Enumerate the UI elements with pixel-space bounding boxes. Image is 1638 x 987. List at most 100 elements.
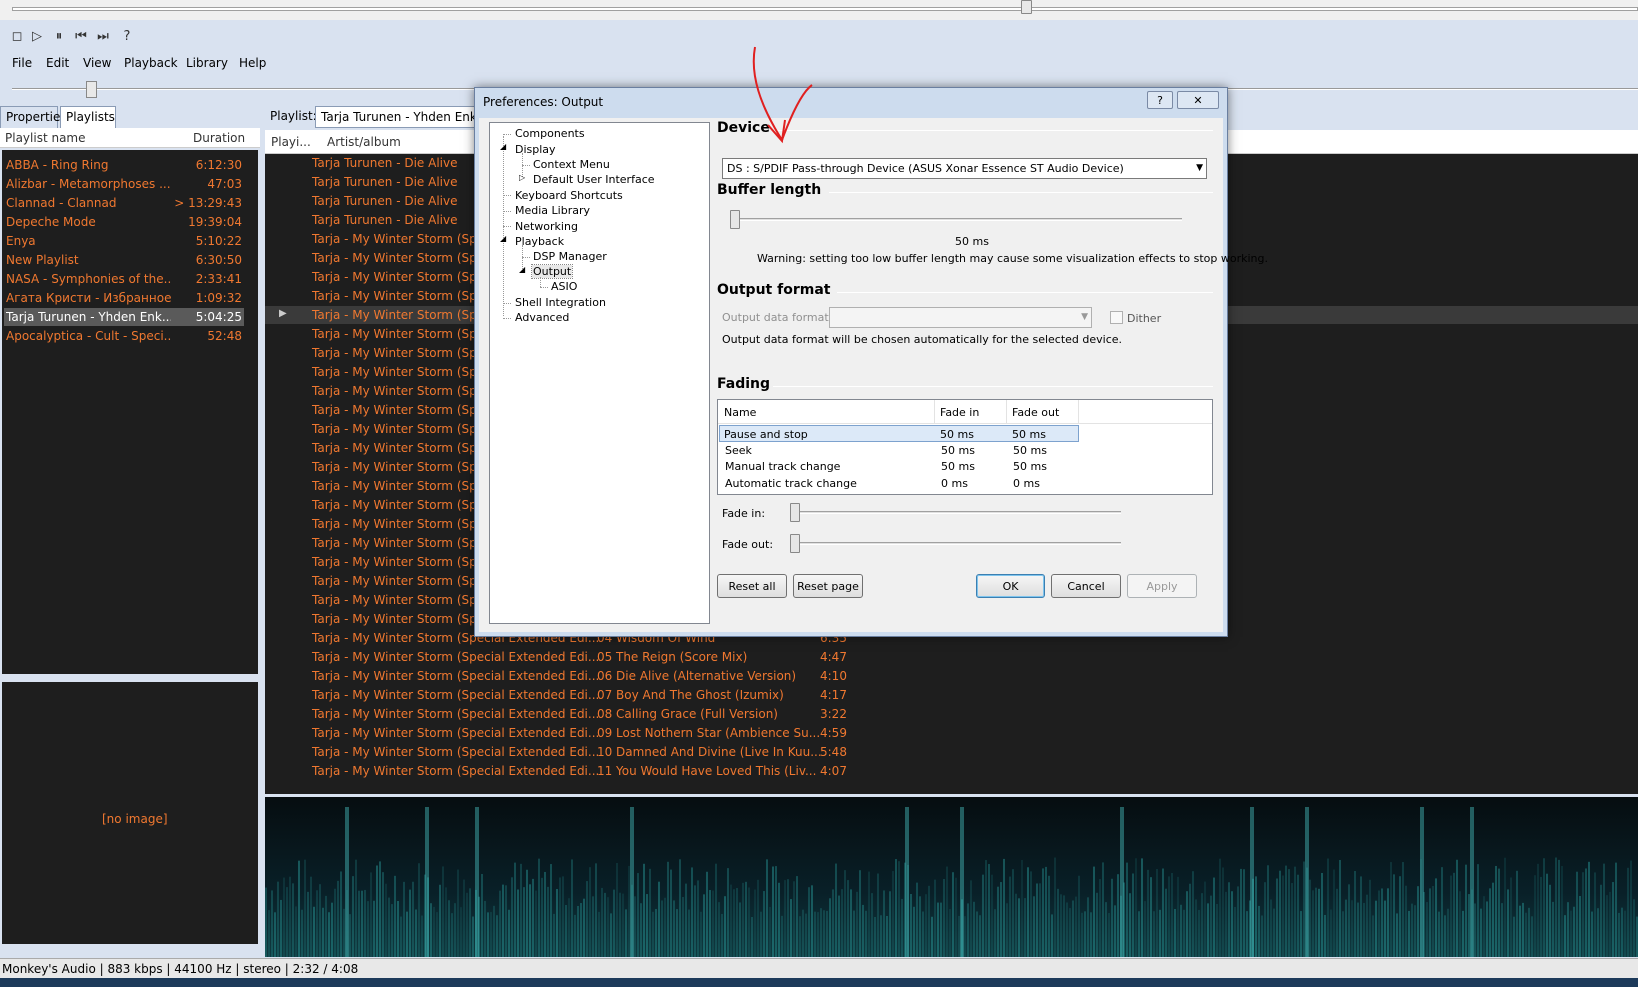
column-playlist-name[interactable]: Playlist name	[5, 131, 86, 145]
menu-library[interactable]: Library	[186, 56, 228, 70]
playlist-item[interactable]: Clannad - Clannad > 13:29:43	[4, 194, 244, 212]
close-icon[interactable]: ✕	[1177, 91, 1219, 109]
tab-current-playlist[interactable]: Tarja Turunen - Yhden Enke	[315, 106, 475, 128]
fading-row[interactable]: Manual track change 50 ms 50 ms	[719, 458, 1095, 475]
track-row[interactable]: Tarja - My Winter Storm (Special Extende…	[265, 667, 1638, 685]
next-icon[interactable]: ⏭	[94, 28, 112, 44]
menu-view[interactable]: View	[83, 56, 111, 70]
collapse-icon[interactable]: ◢	[519, 265, 525, 274]
track-artist-album: Tarja - My Winter Storm (Sp	[312, 593, 477, 607]
playlist-item[interactable]: Apocalyptica - Cult - Speci... 52:48	[4, 327, 244, 345]
spectrum-column	[490, 912, 492, 957]
buffer-slider-track[interactable]	[734, 218, 1182, 221]
playlist-item[interactable]: NASA - Symphonies of the... 2:33:41	[4, 270, 244, 288]
stop-icon[interactable]: ◻	[8, 28, 26, 44]
help-icon[interactable]: ?	[1147, 91, 1173, 109]
column-fade-in[interactable]: Fade in	[940, 406, 979, 419]
cancel-button[interactable]: Cancel	[1051, 574, 1121, 598]
column-artist-album[interactable]: Artist/album	[327, 135, 401, 149]
spectrum-column	[1195, 899, 1197, 957]
playlist-item[interactable]: Агата Кристи - Избранное 1:09:32	[4, 289, 244, 307]
buffer-slider-thumb[interactable]	[730, 210, 740, 229]
spectrum-column	[721, 913, 723, 957]
track-row[interactable]: Tarja - My Winter Storm (Special Extende…	[265, 743, 1638, 761]
playlist-item[interactable]: Depeche Mode 19:39:04	[4, 213, 244, 231]
tree-item-shell-integration[interactable]: Shell Integration	[515, 296, 606, 309]
tree-item-networking[interactable]: Networking	[515, 220, 578, 233]
ok-button[interactable]: OK	[976, 574, 1045, 598]
menu-file[interactable]: File	[12, 56, 32, 70]
dither-checkbox[interactable]	[1110, 311, 1123, 324]
fading-table: Name Fade in Fade out Pause and stop 50 …	[717, 399, 1213, 495]
previous-icon[interactable]: ⏮	[72, 28, 90, 44]
track-row[interactable]: Tarja - My Winter Storm (Special Extende…	[265, 762, 1638, 780]
tree-item-media-library[interactable]: Media Library	[515, 204, 590, 217]
fading-row-selected[interactable]: Pause and stop 50 ms 50 ms	[719, 425, 1079, 442]
device-dropdown[interactable]: DS : S/PDIF Pass-through Device (ASUS Xo…	[722, 158, 1207, 179]
fading-heading: Fading	[717, 376, 770, 392]
fade-in-slider-track[interactable]	[795, 511, 1121, 514]
volume-thumb[interactable]	[86, 81, 97, 98]
collapse-icon[interactable]: ◢	[500, 234, 506, 243]
fade-out-slider-thumb[interactable]	[790, 534, 800, 553]
fade-out-slider-track[interactable]	[795, 542, 1121, 545]
tree-item-advanced[interactable]: Advanced	[515, 311, 569, 324]
seek-track[interactable]	[12, 7, 1638, 11]
expand-icon[interactable]: ▷	[519, 173, 525, 182]
spectrum-column	[1318, 888, 1320, 957]
column-playing[interactable]: Playi...	[271, 135, 311, 149]
collapse-icon[interactable]: ◢	[500, 142, 506, 151]
tab-playlists[interactable]: Playlists	[60, 106, 116, 128]
playlist-item[interactable]: Enya 5:10:22	[4, 232, 244, 250]
fade-in-value: 50 ms	[940, 428, 974, 441]
seek-thumb[interactable]	[1021, 0, 1032, 14]
tree-item-default-ui[interactable]: Default User Interface	[533, 173, 655, 186]
tab-properties[interactable]: Properties	[0, 106, 67, 128]
tree-item-output[interactable]: Output	[530, 264, 574, 279]
spectrum-column	[415, 909, 417, 957]
spectrum-peak	[1470, 807, 1474, 957]
spectrum-column	[1348, 884, 1350, 957]
column-duration[interactable]: Duration	[193, 131, 245, 145]
spectrum-column	[1132, 873, 1134, 957]
output-format-dropdown[interactable]: ▼	[829, 307, 1092, 328]
tree-item-context-menu[interactable]: Context Menu	[533, 158, 610, 171]
track-artist-album: Tarja - My Winter Storm (Sp	[312, 346, 477, 360]
playlist-item-selected[interactable]: Tarja Turunen - Yhden Enk... 5:04:25	[4, 308, 244, 326]
track-row[interactable]: Tarja - My Winter Storm (Special Extende…	[265, 724, 1638, 742]
playlist-item[interactable]: New Playlist 6:30:50	[4, 251, 244, 269]
menu-help[interactable]: Help	[239, 56, 266, 70]
playlist-item[interactable]: ABBA - Ring Ring 6:12:30	[4, 156, 244, 174]
track-artist-album: Tarja - My Winter Storm (Sp	[312, 403, 477, 417]
column-fade-out[interactable]: Fade out	[1012, 406, 1059, 419]
play-icon[interactable]: ▷	[28, 28, 46, 44]
menu-edit[interactable]: Edit	[46, 56, 69, 70]
apply-button[interactable]: Apply	[1127, 574, 1197, 598]
menu-playback[interactable]: Playback	[124, 56, 178, 70]
fade-in-slider-thumb[interactable]	[790, 503, 800, 522]
pause-icon[interactable]: ⏸	[50, 28, 68, 44]
tree-item-keyboard-shortcuts[interactable]: Keyboard Shortcuts	[515, 189, 623, 202]
tree-item-components[interactable]: Components	[515, 127, 585, 140]
track-row[interactable]: Tarja - My Winter Storm (Special Extende…	[265, 648, 1638, 666]
spectrum-column	[1384, 900, 1386, 957]
spectrum-column	[1222, 867, 1224, 957]
playlist-item[interactable]: Alizbar - Metamorphoses ... 47:03	[4, 175, 244, 193]
fading-row[interactable]: Automatic track change 0 ms 0 ms	[719, 475, 1095, 492]
reset-all-button[interactable]: Reset all	[717, 574, 787, 598]
fading-row[interactable]: Seek 50 ms 50 ms	[719, 442, 1095, 459]
track-row[interactable]: Tarja - My Winter Storm (Special Extende…	[265, 686, 1638, 704]
track-row[interactable]: Tarja - My Winter Storm (Special Extende…	[265, 705, 1638, 723]
spectrum-column	[1042, 868, 1044, 957]
spectrum-column	[391, 904, 393, 957]
spectrum-column	[460, 907, 462, 957]
tree-item-asio[interactable]: ASIO	[551, 280, 577, 293]
spectrum-column	[601, 887, 603, 957]
random-icon[interactable]: ?	[118, 28, 136, 44]
reset-page-button[interactable]: Reset page	[793, 574, 863, 598]
track-number: 06	[597, 669, 613, 683]
column-name[interactable]: Name	[724, 406, 756, 419]
spectrum-column	[841, 889, 843, 957]
tree-item-dsp-manager[interactable]: DSP Manager	[533, 250, 607, 263]
seek-bar[interactable]	[0, 0, 1638, 20]
